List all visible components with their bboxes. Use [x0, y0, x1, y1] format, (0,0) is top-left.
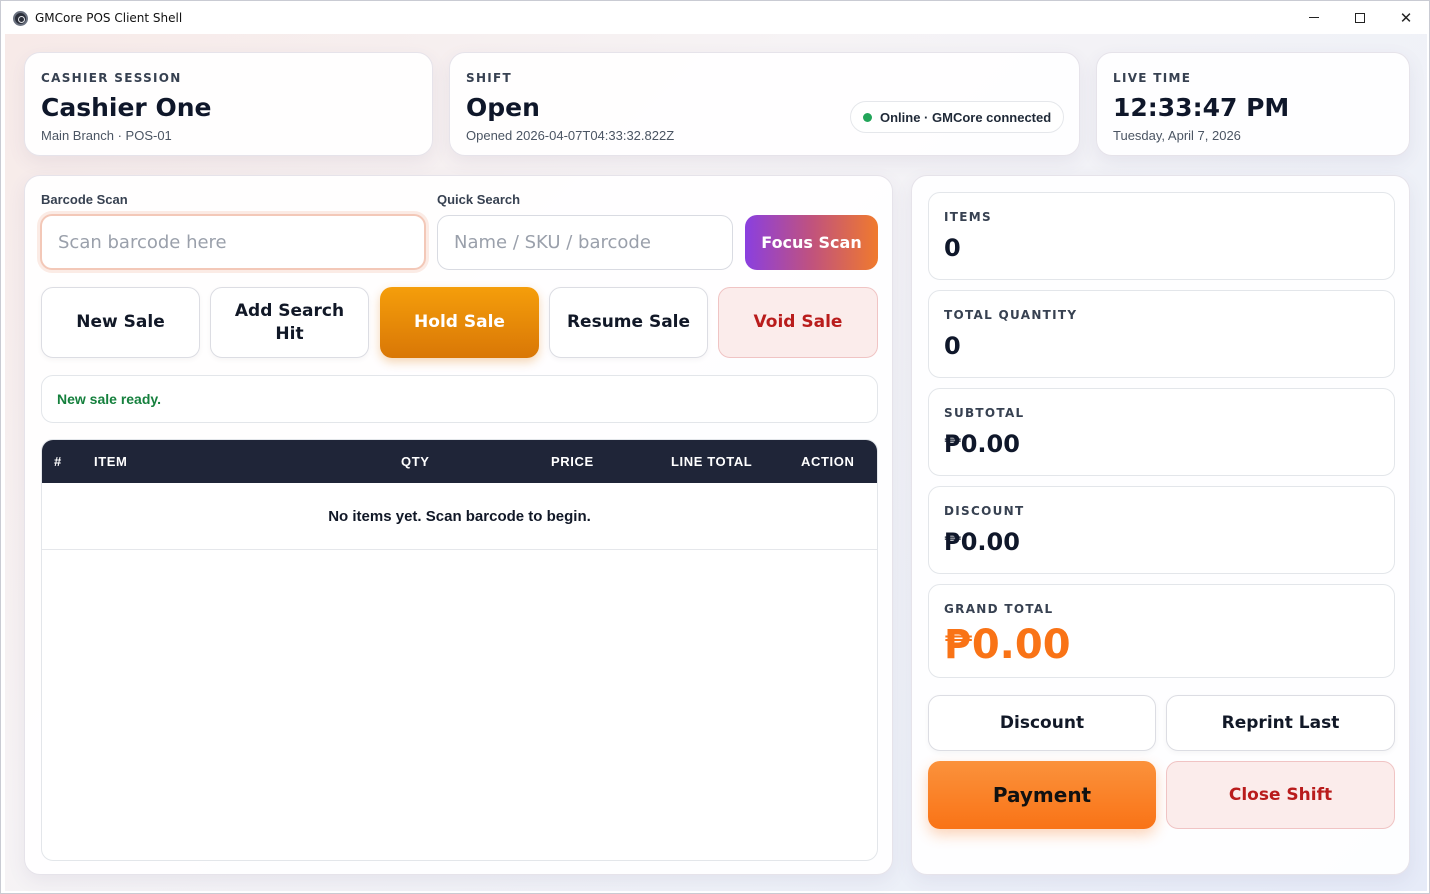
sale-panel: Barcode Scan Scan barcode here Quick Sea…	[24, 175, 893, 875]
quick-search-label: Quick Search	[437, 192, 521, 207]
void-sale-button[interactable]: Void Sale	[718, 287, 878, 358]
subtotal-value: ₱0.00	[944, 430, 1020, 458]
hold-sale-button[interactable]: Hold Sale	[380, 287, 539, 358]
total-quantity-stat: TOTAL QUANTITY 0	[928, 290, 1395, 378]
live-time-label: LIVE TIME	[1113, 71, 1192, 85]
cashier-session-card: CASHIER SESSION Cashier One Main Branch …	[24, 52, 433, 156]
window-title: GMCore POS Client Shell	[35, 11, 183, 25]
payment-button[interactable]: Payment	[928, 761, 1156, 829]
connection-status-badge: Online · GMCore connected	[850, 101, 1065, 133]
minimize-button[interactable]	[1291, 1, 1337, 34]
close-window-button[interactable]: ✕	[1383, 1, 1429, 34]
shift-card: SHIFT Open Opened 2026-04-07T04:33:32.82…	[449, 52, 1080, 156]
subtotal-label: SUBTOTAL	[944, 406, 1025, 420]
title-bar: GMCore POS Client Shell ✕	[1, 1, 1429, 34]
items-label: ITEMS	[944, 210, 992, 224]
empty-cart-message: No items yet. Scan barcode to begin.	[42, 483, 877, 550]
quick-search-placeholder: Name / SKU / barcode	[454, 232, 651, 253]
pos-app: CASHIER SESSION Cashier One Main Branch …	[5, 34, 1427, 891]
discount-button[interactable]: Discount	[928, 695, 1156, 751]
minimize-icon	[1309, 17, 1319, 18]
cashier-session-label: CASHIER SESSION	[41, 71, 182, 85]
column-header-qty: QTY	[401, 454, 430, 469]
discount-stat: DISCOUNT ₱0.00	[928, 486, 1395, 574]
grand-total-label: GRAND TOTAL	[944, 602, 1054, 616]
shift-label: SHIFT	[466, 71, 513, 85]
close-icon: ✕	[1399, 9, 1413, 27]
app-logo-icon	[13, 11, 28, 26]
column-header-price: PRICE	[551, 454, 594, 469]
online-indicator-icon	[863, 112, 872, 122]
new-sale-button[interactable]: New Sale	[41, 287, 200, 358]
maximize-button[interactable]	[1337, 1, 1383, 34]
cart-table: # ITEM QTY PRICE LINE TOTAL ACTION No it…	[41, 439, 878, 861]
live-date: Tuesday, April 7, 2026	[1113, 128, 1241, 143]
discount-label: DISCOUNT	[944, 504, 1025, 518]
status-message: New sale ready.	[41, 375, 878, 423]
grand-total-value: ₱0.00	[944, 622, 1071, 668]
column-header-action: ACTION	[801, 454, 855, 469]
reprint-last-button[interactable]: Reprint Last	[1166, 695, 1395, 751]
cashier-name: Cashier One	[41, 93, 212, 122]
grand-total-stat: GRAND TOTAL ₱0.00	[928, 584, 1395, 678]
close-shift-button[interactable]: Close Shift	[1166, 761, 1395, 829]
barcode-input-placeholder: Scan barcode here	[58, 231, 227, 253]
items-stat: ITEMS 0	[928, 192, 1395, 280]
quick-search-input[interactable]: Name / SKU / barcode	[437, 215, 733, 270]
maximize-icon	[1355, 12, 1365, 23]
barcode-input[interactable]: Scan barcode here	[40, 214, 426, 270]
column-header-item: ITEM	[94, 454, 128, 469]
live-time-clock: 12:33:47 PM	[1113, 93, 1290, 122]
live-time-card: LIVE TIME 12:33:47 PM Tuesday, April 7, …	[1096, 52, 1410, 156]
discount-value: ₱0.00	[944, 528, 1020, 556]
focus-scan-button[interactable]: Focus Scan	[745, 215, 878, 270]
total-quantity-label: TOTAL QUANTITY	[944, 308, 1078, 322]
barcode-scan-label: Barcode Scan	[41, 192, 128, 207]
resume-sale-button[interactable]: Resume Sale	[549, 287, 708, 358]
total-quantity-value: 0	[944, 332, 961, 360]
add-search-hit-button[interactable]: Add Search Hit	[210, 287, 369, 358]
cart-table-header: # ITEM QTY PRICE LINE TOTAL ACTION	[42, 440, 877, 483]
connection-status-text: Online · GMCore connected	[880, 109, 1052, 125]
app-window: GMCore POS Client Shell ✕ CASHIER SESSIO…	[0, 0, 1430, 894]
column-header-number: #	[54, 454, 62, 469]
branch-terminal: Main Branch · POS-01	[41, 128, 172, 143]
summary-panel: ITEMS 0 TOTAL QUANTITY 0 SUBTOTAL ₱0.00 …	[911, 175, 1410, 875]
column-header-line-total: LINE TOTAL	[671, 454, 753, 469]
items-count: 0	[944, 234, 961, 262]
subtotal-stat: SUBTOTAL ₱0.00	[928, 388, 1395, 476]
